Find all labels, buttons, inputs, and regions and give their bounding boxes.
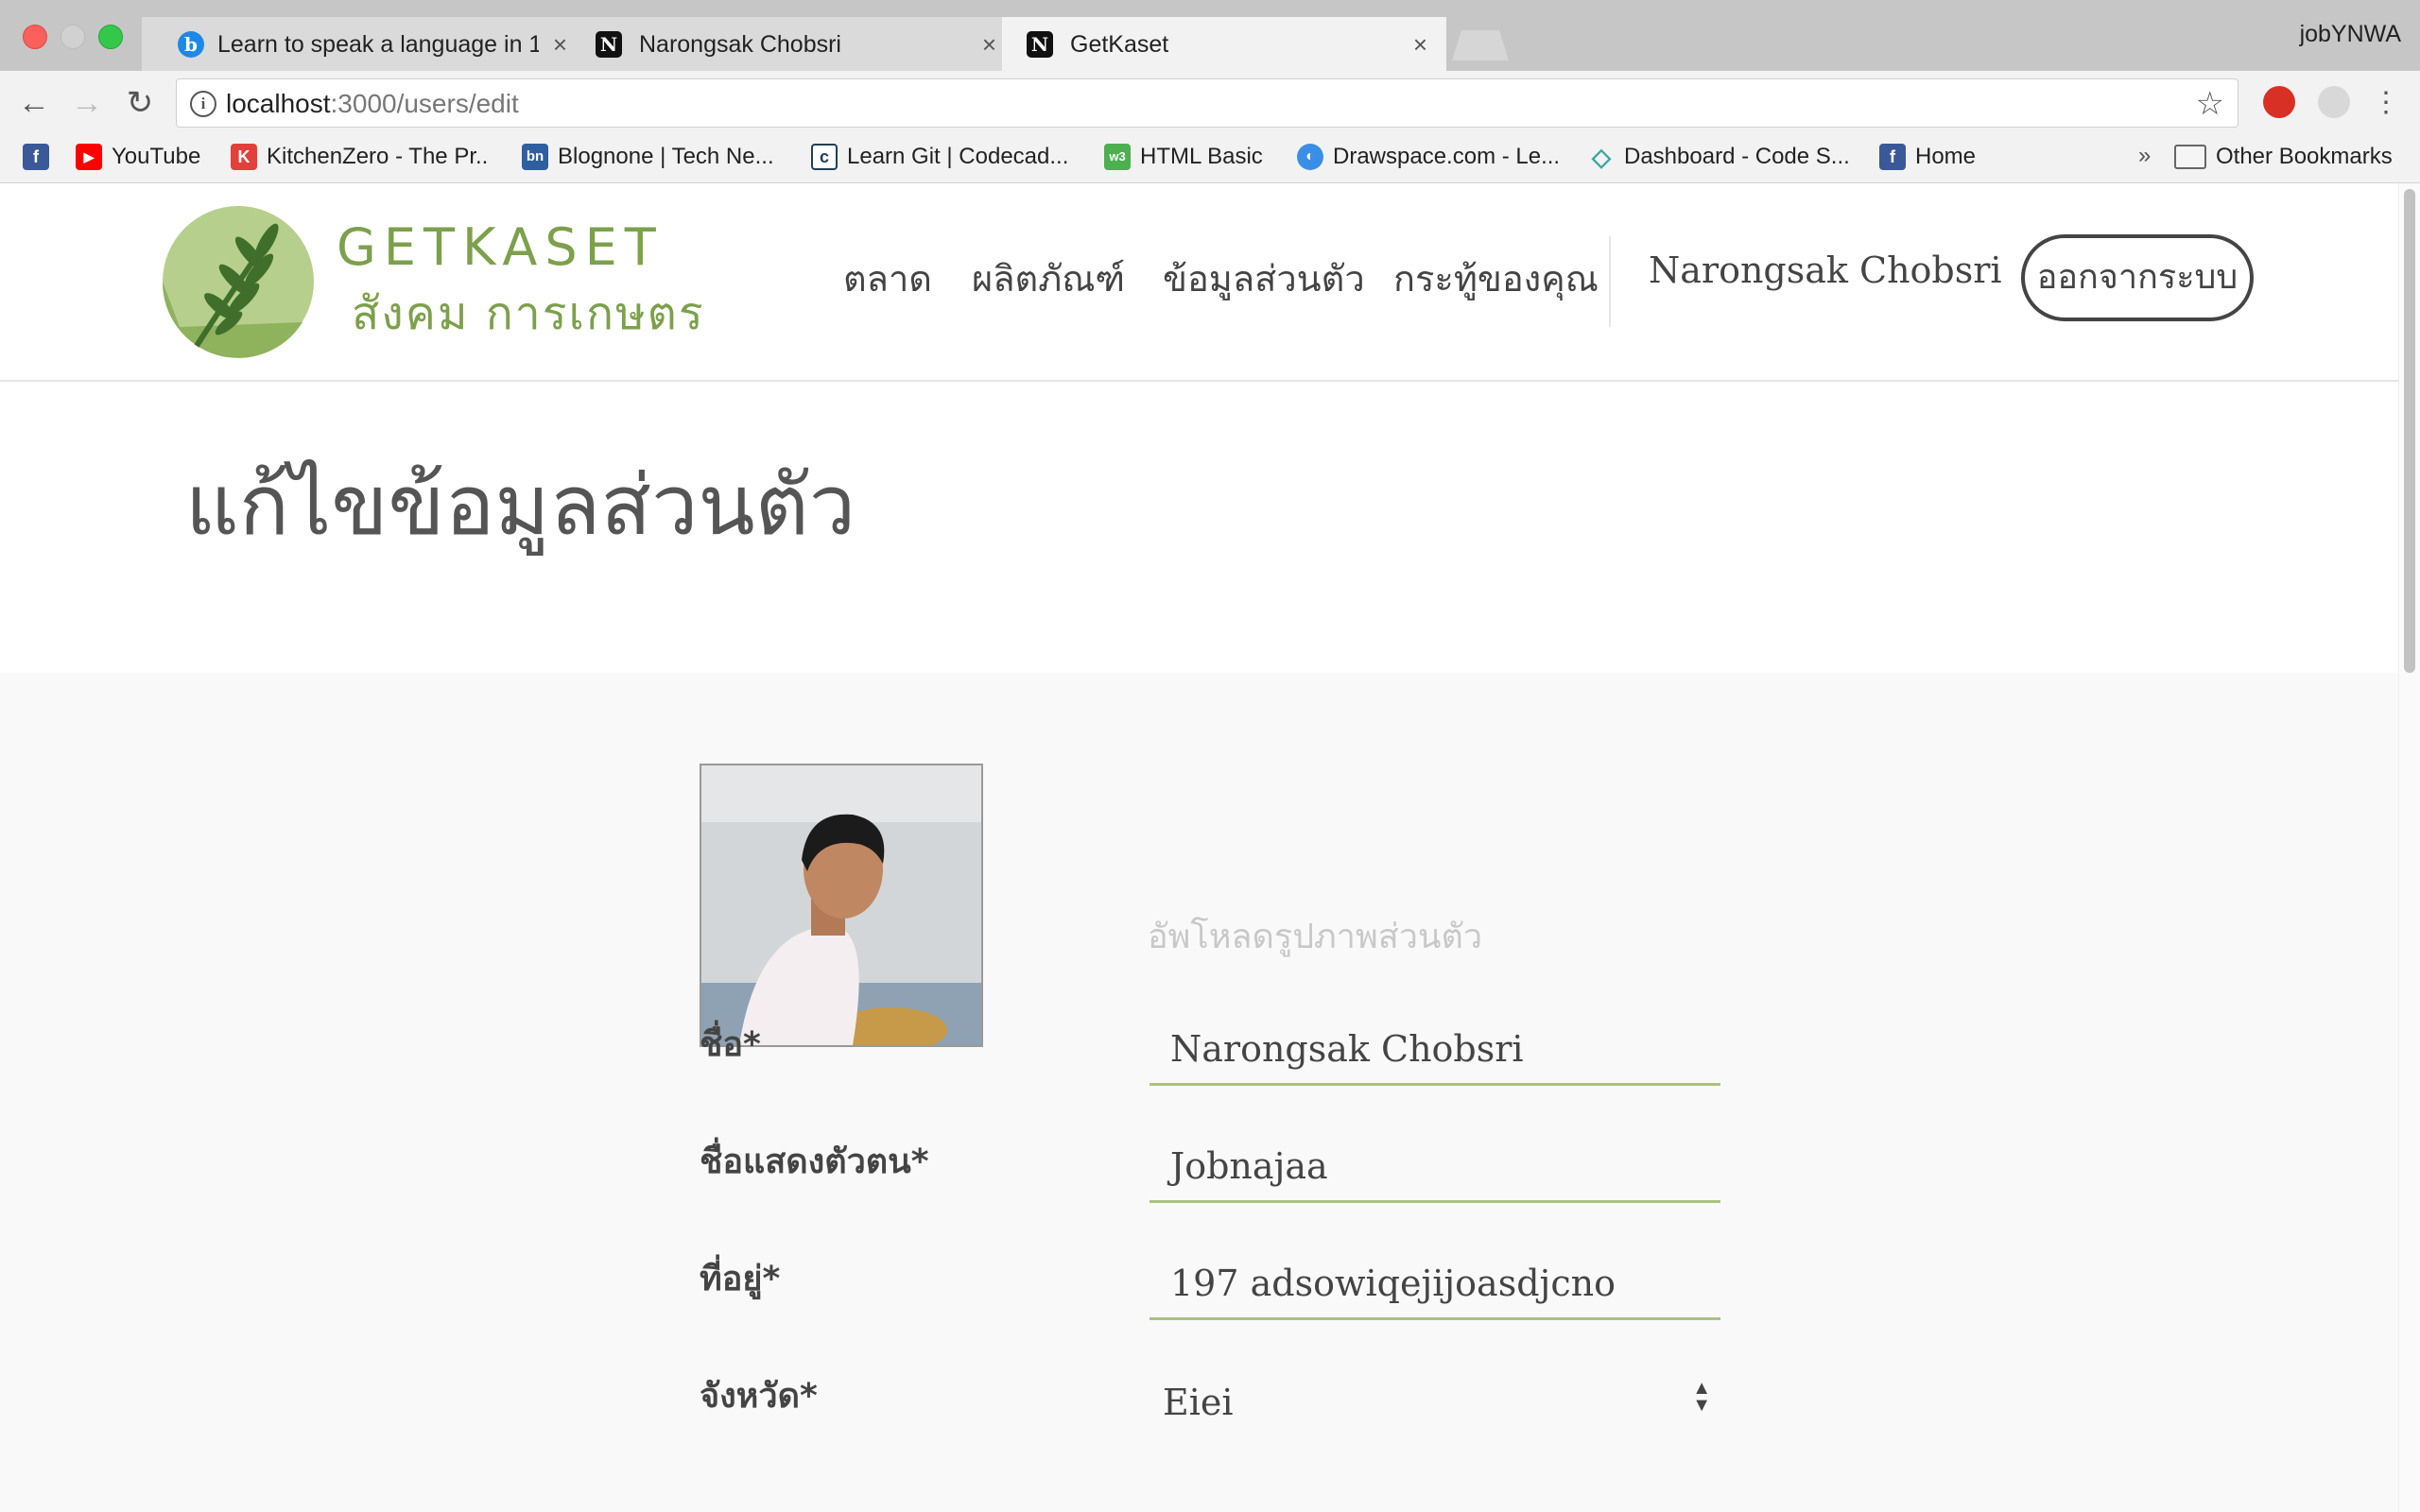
tab-title: Narongsak Chobsri — [639, 31, 841, 58]
name-field[interactable]: Narongsak Chobsri — [1150, 1021, 1720, 1086]
browser-tab-active[interactable]: N GetKaset × — [1002, 17, 1446, 71]
drawspace-icon: ◐ — [1297, 144, 1323, 170]
nav-item-products[interactable]: ผลิตภัณฑ์ — [972, 249, 1125, 307]
web-page: GETKASET สังคม การเกษตร ตลาด ผลิตภัณฑ์ ข… — [0, 183, 2420, 1512]
nav-item-my-threads[interactable]: กระทู้ของคุณ — [1393, 249, 1599, 307]
page-hero: แก้ไขข้อมูลส่วนตัว — [0, 382, 2420, 673]
address-bar[interactable]: i localhost:3000/users/edit ☆ — [176, 78, 2238, 128]
close-window-button[interactable] — [23, 25, 47, 49]
url-path: :3000/users/edit — [330, 89, 519, 118]
n-favicon-icon: N — [596, 31, 622, 58]
bookmark-star-icon[interactable]: ☆ — [2196, 85, 2224, 123]
getkaset-logo-icon[interactable] — [161, 204, 321, 363]
bookmark-item[interactable]: bn Blognone | Tech Ne... — [522, 141, 774, 173]
bookmark-item[interactable]: ▶ YouTube — [76, 141, 200, 173]
address-field[interactable]: 197 adsowiqejijoasdjcno — [1150, 1255, 1720, 1320]
minimize-window-button[interactable] — [60, 25, 85, 49]
tab-close-icon[interactable]: × — [1413, 28, 1427, 60]
reload-icon[interactable]: ↻ — [121, 84, 159, 122]
bookmark-item[interactable]: f — [23, 141, 49, 173]
folder-icon — [2174, 145, 2206, 169]
bookmarks-overflow-chevron-icon[interactable]: » — [2138, 143, 2151, 169]
province-select-value[interactable]: Eiei — [1163, 1382, 1234, 1423]
adblock-extension-icon[interactable] — [2263, 86, 2295, 118]
avatar[interactable] — [700, 764, 983, 1047]
bookmark-item[interactable]: w3 HTML Basic — [1104, 141, 1263, 173]
display-name-label: ชื่อแสดงตัวตน* — [700, 1143, 929, 1181]
province-select[interactable]: Eiei ▲ ▼ — [1150, 1372, 1720, 1438]
bookmark-item[interactable]: ◐ Drawspace.com - Le... — [1297, 141, 1560, 173]
site-header: GETKASET สังคม การเกษตร ตลาด ผลิตภัณฑ์ ข… — [0, 183, 2420, 382]
shield-extension-icon[interactable] — [2318, 86, 2350, 118]
codeschool-icon: ◇ — [1592, 143, 1611, 171]
address-field-value[interactable]: 197 adsowiqejijoasdjcno — [1170, 1263, 1616, 1304]
edit-profile-form: อัพโหลดรูปภาพส่วนตัว ชื่อ* Narongsak Cho… — [0, 673, 2420, 1512]
address-label: ที่อยู่* — [700, 1260, 781, 1298]
logout-button[interactable]: ออกจากระบบ — [2021, 234, 2254, 321]
display-name-field-value[interactable]: Jobnajaa — [1170, 1145, 1328, 1187]
logo-wordmark[interactable]: GETKASET — [337, 217, 664, 277]
logo-tagline: สังคม การเกษตร — [352, 287, 705, 340]
nav-item-market[interactable]: ตลาด — [843, 249, 932, 307]
nav-divider — [1609, 236, 1611, 327]
tab-close-icon[interactable]: × — [982, 28, 996, 60]
nav-item-profile[interactable]: ข้อมูลส่วนตัว — [1163, 249, 1365, 307]
browser-toolbar: ← → ↻ i localhost:3000/users/edit ☆ ⋮ — [0, 71, 2420, 135]
codecademy-icon: c — [811, 144, 838, 170]
bookmark-item[interactable]: f Home — [1879, 141, 1976, 173]
forward-arrow-icon[interactable]: → — [68, 84, 106, 122]
info-icon[interactable]: i — [190, 91, 216, 117]
bookmark-item[interactable]: c Learn Git | Codecad... — [811, 141, 1068, 173]
tab-title: GetKaset — [1070, 31, 1169, 58]
bookmark-item[interactable]: ◇ Dashboard - Code S... — [1588, 141, 1850, 173]
display-name-field[interactable]: Jobnajaa — [1150, 1138, 1720, 1203]
page-title: แก้ไขข้อมูลส่วนตัว — [185, 456, 856, 554]
other-bookmarks-folder[interactable]: Other Bookmarks — [2174, 141, 2393, 173]
kitchenzero-icon: K — [231, 144, 257, 170]
browser-tab[interactable]: N Narongsak Chobsri × — [571, 17, 1015, 71]
province-label: จังหวัด* — [700, 1377, 818, 1416]
zoom-window-button[interactable] — [98, 25, 123, 49]
bookmarks-bar: f ▶ YouTube K KitchenZero - The Pr.. bn Blo… — [0, 135, 2420, 183]
new-tab-button[interactable] — [1452, 30, 1509, 60]
url-text[interactable]: localhost:3000/users/edit — [226, 89, 519, 119]
n-favicon-icon: N — [1027, 31, 1053, 58]
back-arrow-icon[interactable]: ← — [15, 84, 53, 122]
profile-photo — [701, 765, 981, 1045]
menu-kebab-icon[interactable]: ⋮ — [2367, 84, 2405, 122]
tab-close-icon[interactable]: × — [553, 28, 567, 60]
facebook-icon: f — [1879, 144, 1906, 170]
blognone-icon: bn — [522, 144, 548, 170]
name-label: ชื่อ* — [700, 1025, 761, 1064]
bookmark-item[interactable]: K KitchenZero - The Pr.. — [231, 141, 488, 173]
profile-name[interactable]: jobYNWA — [2300, 21, 2401, 48]
browser-tab-bar: b Learn to speak a language in 10 × N Na… — [0, 0, 2420, 71]
scrollbar-thumb[interactable] — [2404, 189, 2415, 673]
youtube-icon: ▶ — [76, 144, 102, 170]
browser-tab[interactable]: b Learn to speak a language in 10 × — [142, 17, 586, 71]
nav-user-name[interactable]: Narongsak Chobsri — [1649, 249, 2002, 291]
facebook-icon: f — [23, 144, 49, 170]
select-arrows-icon: ▲ ▼ — [1692, 1378, 1711, 1416]
tab-title: Learn to speak a language in 10 — [217, 31, 539, 58]
upload-photo-link[interactable]: อัพโหลดรูปภาพส่วนตัว — [1148, 909, 1482, 963]
url-host: localhost — [226, 89, 331, 118]
bing-b-icon: b — [178, 31, 204, 58]
name-field-value[interactable]: Narongsak Chobsri — [1170, 1028, 1524, 1070]
w3schools-icon: w3 — [1104, 144, 1131, 170]
page-scrollbar[interactable] — [2398, 183, 2420, 1512]
